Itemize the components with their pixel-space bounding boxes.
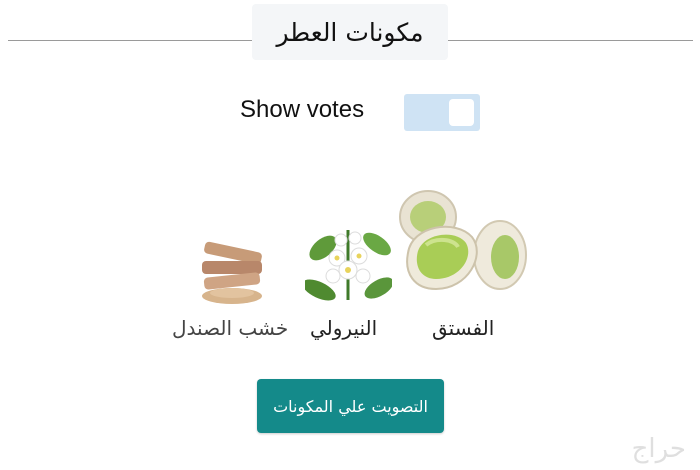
note-label-sandalwood: خشب الصندل — [172, 316, 289, 340]
header-divider-right — [448, 40, 693, 41]
toggle-knob[interactable] — [449, 99, 474, 126]
note-item-neroli[interactable] — [302, 220, 394, 307]
neroli-flower-icon — [302, 220, 394, 307]
show-votes-toggle[interactable] — [404, 94, 480, 131]
site-watermark: حراج — [631, 434, 686, 464]
pistachio-icon — [399, 190, 527, 291]
section-title: مكونات العطر — [252, 4, 448, 60]
sandalwood-icon — [202, 241, 262, 304]
note-label-neroli: النيرولي — [310, 316, 378, 340]
show-votes-label: Show votes — [240, 96, 365, 123]
note-item-pistachio[interactable] — [398, 185, 533, 300]
header-divider-left — [8, 40, 254, 41]
note-item-sandalwood[interactable] — [198, 241, 266, 305]
note-label-pistachio: الفستق — [432, 316, 495, 340]
vote-ingredients-button[interactable]: التصويت علي المكونات — [257, 379, 444, 433]
